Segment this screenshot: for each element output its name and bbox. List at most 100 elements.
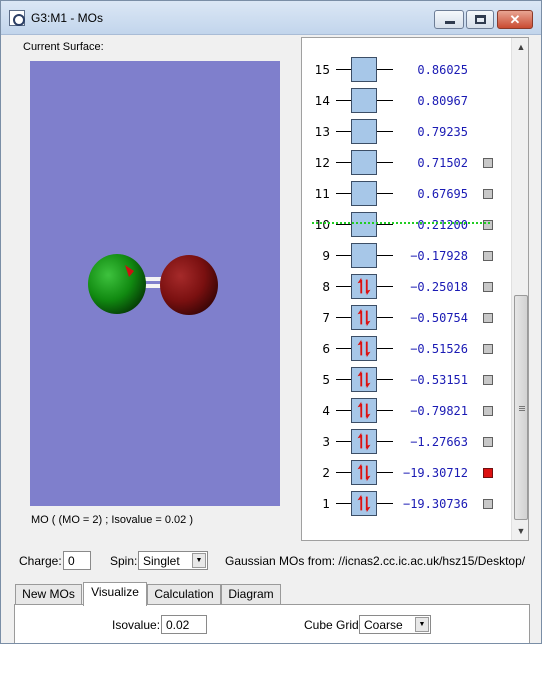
occupied-orbital-box[interactable] — [351, 367, 377, 392]
virtual-orbital-box[interactable] — [351, 119, 377, 144]
mo-window: G3:M1 - MOs ✕ Current Surface: MO ((MO … — [0, 0, 542, 644]
surface-select-checkbox[interactable] — [483, 344, 493, 354]
orbital-energy: 0.79235 — [417, 125, 468, 139]
orbital-index: 15 — [314, 63, 330, 77]
level-line — [336, 69, 352, 70]
cube-grid-select[interactable]: Coarse ▼ — [359, 615, 431, 634]
orbital-row-9[interactable]: 9 −0.17928 — [302, 240, 512, 271]
electron-pair-icon — [357, 494, 371, 513]
level-line — [336, 503, 352, 504]
orbital-row-10[interactable]: 10 0.21200 — [302, 209, 512, 240]
orbital-row-12[interactable]: 12 0.71502 — [302, 147, 512, 178]
occupied-orbital-box[interactable] — [351, 398, 377, 423]
surface-select-checkbox[interactable] — [483, 251, 493, 261]
level-line — [336, 224, 352, 225]
level-line — [336, 348, 352, 349]
level-line — [336, 286, 352, 287]
orbital-index: 12 — [314, 156, 330, 170]
orbital-row-2[interactable]: 2 −19.30712 — [302, 457, 512, 488]
surface-select-checkbox[interactable] — [483, 406, 493, 416]
vertical-scrollbar[interactable]: ▲ ▼ — [511, 38, 528, 540]
orbital-index: 1 — [322, 497, 330, 511]
orbital-row-14[interactable]: 14 0.80967 — [302, 85, 512, 116]
maximize-icon — [475, 15, 486, 24]
orbital-row-11[interactable]: 11 0.67695 — [302, 178, 512, 209]
virtual-orbital-box[interactable] — [351, 212, 377, 237]
electron-pair-icon — [357, 463, 371, 482]
orbital-row-4[interactable]: 4 −0.79821 — [302, 395, 512, 426]
occupied-orbital-box[interactable] — [351, 460, 377, 485]
virtual-orbital-box[interactable] — [351, 243, 377, 268]
molecule-viewport[interactable] — [30, 61, 280, 506]
level-line — [336, 317, 352, 318]
level-line — [336, 193, 352, 194]
spin-select[interactable]: Singlet ▼ — [138, 551, 208, 570]
tab-new-mos[interactable]: New MOs — [15, 584, 82, 605]
virtual-orbital-box[interactable] — [351, 150, 377, 175]
virtual-orbital-box[interactable] — [351, 88, 377, 113]
occupied-orbital-box[interactable] — [351, 305, 377, 330]
orbital-row-3[interactable]: 3 −1.27663 — [302, 426, 512, 457]
virtual-orbital-box[interactable] — [351, 57, 377, 82]
close-icon: ✕ — [509, 12, 521, 27]
minimize-icon — [445, 21, 455, 24]
virtual-orbital-box[interactable] — [351, 181, 377, 206]
chevron-down-icon[interactable]: ▼ — [192, 553, 206, 568]
orbital-energy: 0.67695 — [417, 187, 468, 201]
orbital-row-7[interactable]: 7 −0.50754 — [302, 302, 512, 333]
level-line — [336, 441, 352, 442]
surface-select-checkbox[interactable] — [483, 282, 493, 292]
charge-input[interactable]: 0 — [63, 551, 91, 570]
homo-lumo-gap-line — [312, 222, 490, 224]
spin-value: Singlet — [143, 554, 180, 568]
scroll-thumb[interactable] — [514, 295, 528, 520]
orbital-index: 4 — [322, 404, 330, 418]
orbital-energy: −0.17928 — [410, 249, 468, 263]
tab-strip: New MOs Visualize Calculation Diagram — [15, 582, 535, 606]
orbital-index: 8 — [322, 280, 330, 294]
surface-select-checkbox[interactable] — [483, 313, 493, 323]
occupied-orbital-box[interactable] — [351, 274, 377, 299]
isovalue-input[interactable]: 0.02 — [161, 615, 207, 634]
orbital-row-5[interactable]: 5 −0.53151 — [302, 364, 512, 395]
level-line — [336, 255, 352, 256]
orbital-row-1[interactable]: 1 −19.30736 — [302, 488, 512, 519]
tab-diagram[interactable]: Diagram — [221, 584, 281, 605]
tab-calculation[interactable]: Calculation — [147, 584, 221, 605]
surface-select-checkbox[interactable] — [483, 468, 493, 478]
orbital-row-15[interactable]: 15 0.86025 — [302, 54, 512, 85]
maximize-button[interactable] — [466, 10, 494, 29]
orbital-row-6[interactable]: 6 −0.51526 — [302, 333, 512, 364]
tab-visualize[interactable]: Visualize — [83, 582, 147, 606]
molecule-render — [88, 254, 218, 315]
close-button[interactable]: ✕ — [497, 10, 533, 29]
scroll-down-icon[interactable]: ▼ — [513, 523, 528, 539]
occupied-orbital-box[interactable] — [351, 491, 377, 516]
surface-select-checkbox[interactable] — [483, 375, 493, 385]
controls-row: Charge: 0 Spin: Singlet ▼ Gaussian MOs f… — [1, 549, 541, 573]
orbital-row-8[interactable]: 8 −0.25018 — [302, 271, 512, 302]
occupied-orbital-box[interactable] — [351, 336, 377, 361]
orbital-diagram-panel[interactable]: 15 0.86025 14 0.80967 13 0.79235 12 0.71502 11 0.… — [301, 37, 529, 541]
mo-caption: MO ( (MO = 2) ; Isovalue = 0.02 ) — [31, 514, 193, 526]
title-bar: G3:M1 - MOs ✕ — [1, 1, 541, 35]
surface-select-checkbox[interactable] — [483, 189, 493, 199]
surface-select-checkbox[interactable] — [483, 499, 493, 509]
app-icon — [9, 10, 25, 26]
cube-grid-value: Coarse — [364, 618, 403, 632]
orbital-energy: −0.50754 — [410, 311, 468, 325]
electron-pair-icon — [357, 339, 371, 358]
scroll-up-icon[interactable]: ▲ — [513, 39, 528, 55]
orbital-index: 7 — [322, 311, 330, 325]
orbital-index: 3 — [322, 435, 330, 449]
occupied-orbital-box[interactable] — [351, 429, 377, 454]
chevron-down-icon[interactable]: ▼ — [415, 617, 429, 632]
minimize-button[interactable] — [434, 10, 464, 29]
grip-icon — [519, 406, 525, 411]
surface-select-checkbox[interactable] — [483, 437, 493, 447]
electron-pair-icon — [357, 432, 371, 451]
orbital-index: 6 — [322, 342, 330, 356]
window-title: G3:M1 - MOs — [31, 11, 104, 25]
orbital-row-13[interactable]: 13 0.79235 — [302, 116, 512, 147]
surface-select-checkbox[interactable] — [483, 158, 493, 168]
